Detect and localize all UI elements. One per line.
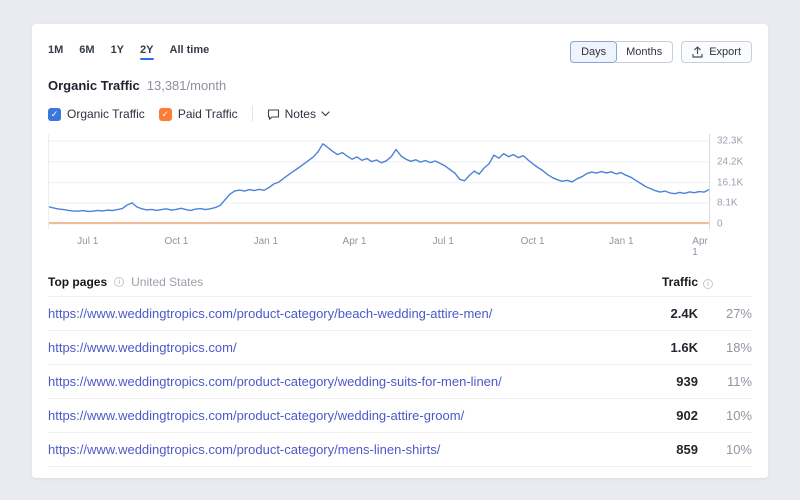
- export-label: Export: [709, 46, 741, 58]
- metric-title: Organic Traffic: [48, 78, 140, 93]
- chevron-down-icon: [321, 111, 330, 117]
- traffic-value: 859: [640, 442, 698, 457]
- granularity-toggle: DaysMonths: [570, 41, 673, 63]
- country-filter-label: United States: [131, 275, 203, 289]
- legend-divider: [252, 106, 253, 122]
- toggle-months[interactable]: Months: [616, 41, 673, 63]
- table-row: https://www.weddingtropics.com/product-c…: [48, 297, 752, 331]
- checkbox-checked-icon: ✓: [159, 108, 172, 121]
- info-icon[interactable]: i: [703, 279, 713, 289]
- table-body: https://www.weddingtropics.com/product-c…: [48, 297, 752, 467]
- x-tick-label: Jan 1: [254, 236, 278, 247]
- table-header-left: Top pages i United States: [48, 275, 640, 289]
- page-url-link[interactable]: https://www.weddingtropics.com/product-c…: [48, 442, 640, 457]
- range-tab-6m[interactable]: 6M: [79, 44, 94, 60]
- range-tab-all-time[interactable]: All time: [170, 44, 210, 60]
- paid-traffic-label: Paid Traffic: [178, 107, 238, 121]
- page-background: 1M 6M 1Y 2Y All time DaysMonths Export Organ…: [0, 0, 800, 500]
- traffic-header-info: i: [698, 273, 752, 291]
- range-tab-2y[interactable]: 2Y: [140, 44, 153, 60]
- x-tick-label: Jan 1: [609, 236, 633, 247]
- speech-bubble-icon: [267, 108, 280, 121]
- metric-header: Organic Traffic 13,381/month: [48, 78, 752, 93]
- table-header: Top pages i United States Traffic i: [48, 267, 752, 297]
- metric-value: 13,381/month: [147, 78, 227, 93]
- toggle-days[interactable]: Days: [570, 41, 617, 63]
- traffic-percent: 11%: [698, 374, 752, 389]
- y-tick-label: 32.3K: [717, 136, 743, 147]
- traffic-column-header[interactable]: Traffic: [640, 275, 698, 289]
- table-row: https://www.weddingtropics.com/1.6K18%: [48, 331, 752, 365]
- range-tab-1y[interactable]: 1Y: [111, 44, 124, 60]
- y-tick-label: 0: [717, 219, 723, 230]
- x-tick-label: Apr 1: [692, 236, 708, 258]
- toolbar: 1M 6M 1Y 2Y All time DaysMonths Export: [48, 40, 752, 64]
- toolbar-right: DaysMonths Export: [570, 41, 752, 63]
- paid-traffic-checkbox[interactable]: ✓ Paid Traffic: [159, 107, 238, 121]
- traffic-percent: 10%: [698, 408, 752, 423]
- checkbox-checked-icon: ✓: [48, 108, 61, 121]
- x-tick-label: Oct 1: [521, 236, 545, 247]
- page-url-link[interactable]: https://www.weddingtropics.com/product-c…: [48, 306, 640, 321]
- traffic-percent: 18%: [698, 340, 752, 355]
- top-pages-title: Top pages: [48, 275, 107, 289]
- y-tick-label: 8.1K: [717, 198, 738, 209]
- traffic-value: 902: [640, 408, 698, 423]
- y-tick-label: 16.1K: [717, 177, 743, 188]
- x-axis-labels: Jul 1Oct 1Jan 1Apr 1Jul 1Oct 1Jan 1Apr 1: [48, 229, 710, 251]
- traffic-value: 2.4K: [640, 306, 698, 321]
- traffic-line-chart: [49, 134, 709, 229]
- page-url-link[interactable]: https://www.weddingtropics.com/product-c…: [48, 374, 640, 389]
- x-tick-label: Jul 1: [433, 236, 454, 247]
- traffic-percent: 10%: [698, 442, 752, 457]
- notes-dropdown[interactable]: Notes: [267, 107, 330, 121]
- x-tick-label: Oct 1: [164, 236, 188, 247]
- traffic-chart[interactable]: [48, 134, 710, 229]
- traffic-value: 939: [640, 374, 698, 389]
- organic-traffic-checkbox[interactable]: ✓ Organic Traffic: [48, 107, 145, 121]
- organic-traffic-label: Organic Traffic: [67, 107, 145, 121]
- table-row: https://www.weddingtropics.com/product-c…: [48, 433, 752, 467]
- table-row: https://www.weddingtropics.com/product-c…: [48, 399, 752, 433]
- table-row: https://www.weddingtropics.com/product-c…: [48, 365, 752, 399]
- top-pages-table: Top pages i United States Traffic i http…: [48, 267, 752, 467]
- export-button[interactable]: Export: [681, 41, 752, 63]
- traffic-value: 1.6K: [640, 340, 698, 355]
- traffic-percent: 27%: [698, 306, 752, 321]
- notes-label: Notes: [285, 107, 316, 121]
- page-url-link[interactable]: https://www.weddingtropics.com/: [48, 340, 640, 355]
- export-icon: [692, 46, 703, 58]
- chart-area: 32.3K 24.2K 16.1K 8.1K 0: [48, 134, 752, 229]
- time-range-tabs: 1M 6M 1Y 2Y All time: [48, 44, 209, 60]
- range-tab-1m[interactable]: 1M: [48, 44, 63, 60]
- y-tick-label: 24.2K: [717, 156, 743, 167]
- chart-legend: ✓ Organic Traffic ✓ Paid Traffic Notes: [48, 106, 752, 122]
- y-axis-labels: 32.3K 24.2K 16.1K 8.1K 0: [710, 134, 752, 229]
- page-url-link[interactable]: https://www.weddingtropics.com/product-c…: [48, 408, 640, 423]
- organic-traffic-card: 1M 6M 1Y 2Y All time DaysMonths Export Organ…: [32, 24, 768, 478]
- x-tick-label: Jul 1: [77, 236, 98, 247]
- x-tick-label: Apr 1: [343, 236, 367, 247]
- info-icon[interactable]: i: [114, 277, 124, 287]
